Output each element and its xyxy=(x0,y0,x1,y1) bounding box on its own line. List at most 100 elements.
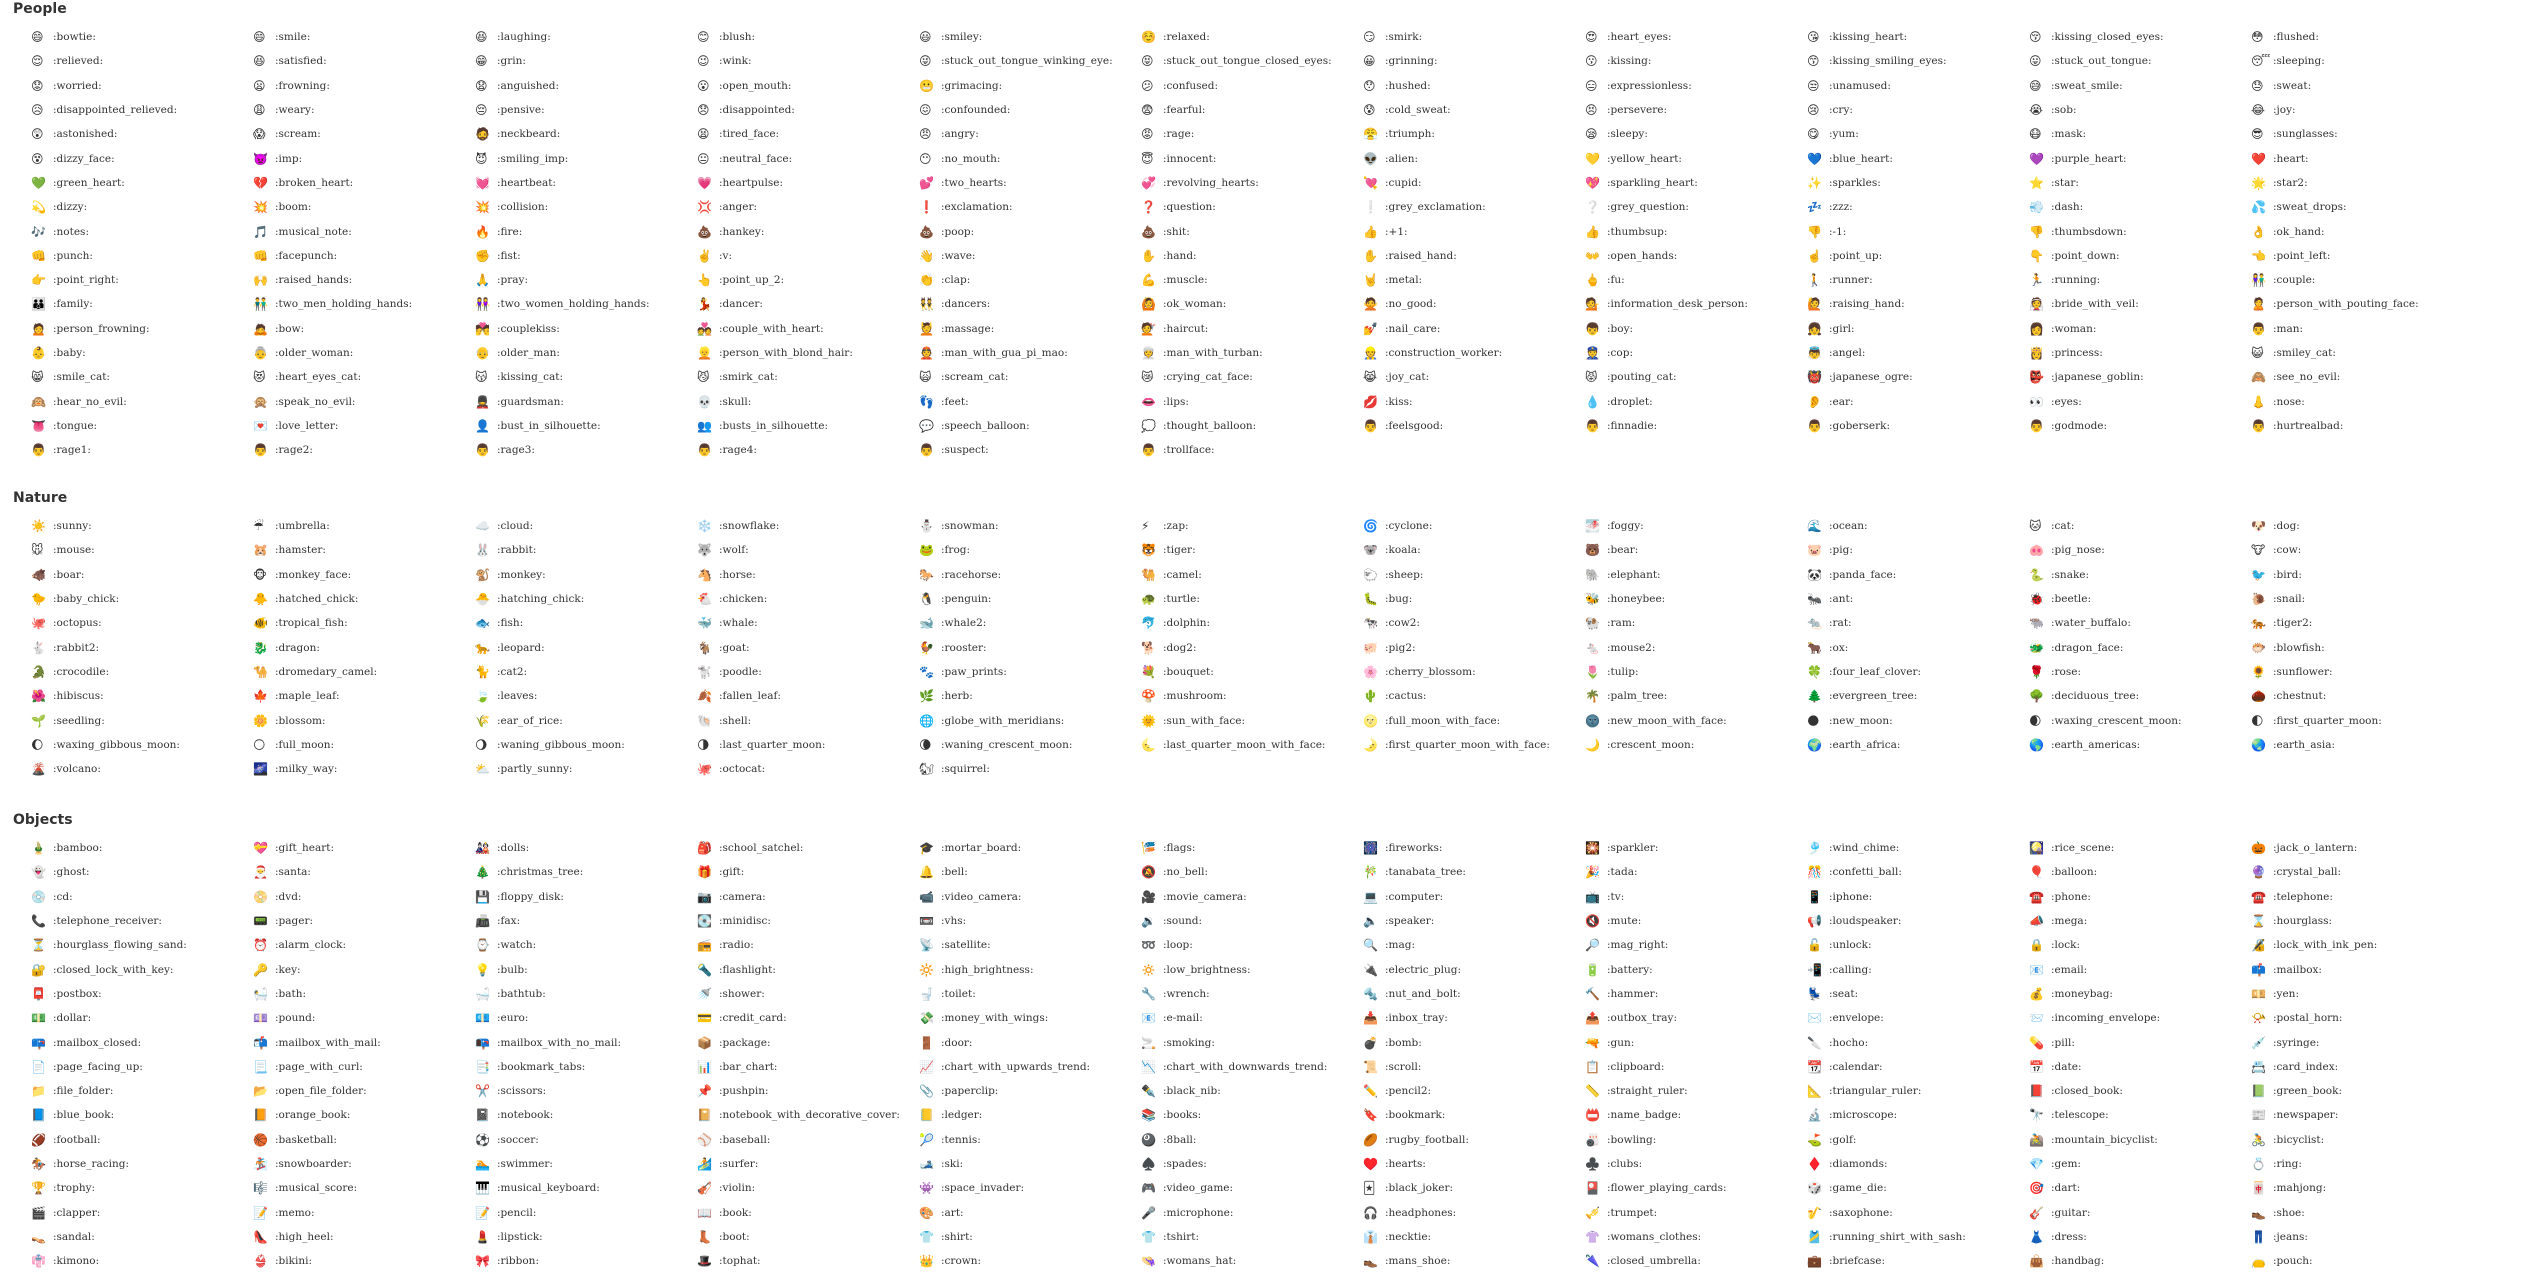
emoji-icon: 👎 xyxy=(1807,224,1822,239)
emoji-icon: 😎 xyxy=(2251,127,2264,142)
emoji-code: :triumph: xyxy=(1385,128,1435,141)
emoji-icon: 🔬 xyxy=(1807,1108,1822,1123)
emoji-item: 🎍:bamboo: xyxy=(31,836,253,860)
emoji-code: :droplet: xyxy=(1607,395,1653,408)
emoji-item: 🍄:mushroom: xyxy=(1141,684,1363,708)
emoji-item: 🎊:confetti_ball: xyxy=(1807,860,2029,884)
emoji-icon: 👉 xyxy=(31,273,46,288)
emoji-icon: 🌰 xyxy=(2251,689,2266,704)
emoji-item: 💤:zzz: xyxy=(1807,195,2029,219)
emoji-item: 🐭:mouse: xyxy=(31,538,253,562)
emoji-item: 🐍:snake: xyxy=(2029,563,2251,587)
emoji-item: 👨:godmode: xyxy=(2029,414,2251,438)
emoji-icon: 🎤 xyxy=(1141,1205,1156,1220)
emoji-item: 💏:couplekiss: xyxy=(475,317,697,341)
emoji-code: :panda_face: xyxy=(1829,568,1897,581)
emoji-icon: 🌓 xyxy=(2251,713,2264,728)
emoji-code: :jeans: xyxy=(2273,1230,2308,1243)
emoji-icon: 👨 xyxy=(1141,443,1156,458)
emoji-icon: 💌 xyxy=(253,418,268,433)
emoji-icon: 🏄 xyxy=(697,1157,712,1171)
emoji-code: :zap: xyxy=(1163,520,1189,533)
emoji-icon: 👨 xyxy=(2029,418,2044,433)
emoji-code: :satisfied: xyxy=(275,55,327,68)
emoji-code: :file_folder: xyxy=(53,1085,114,1098)
emoji-code: :koala: xyxy=(1385,544,1421,557)
emoji-icon: 👃 xyxy=(2251,394,2266,409)
emoji-item: 📙:orange_book: xyxy=(253,1103,475,1127)
emoji-item: 🚴:bicyclist: xyxy=(2251,1128,2473,1152)
emoji-icon: 😉 xyxy=(697,54,710,69)
emoji-code: :person_frowning: xyxy=(53,322,150,335)
emoji-code: :elephant: xyxy=(1607,568,1661,581)
emoji-item: 🌱:seedling: xyxy=(31,708,253,732)
emoji-item: 📌:pushpin: xyxy=(697,1079,919,1103)
emoji-icon: 🐜 xyxy=(1807,592,1822,607)
emoji-icon: 📐 xyxy=(1807,1084,1822,1099)
emoji-code: :mailbox_with_no_mail: xyxy=(497,1036,622,1049)
emoji-code: :mega: xyxy=(2051,915,2088,928)
emoji-icon: 🌵 xyxy=(1363,689,1378,704)
emoji-code: :mouse2: xyxy=(1607,641,1656,654)
emoji-item: 💃:dancer: xyxy=(697,292,919,316)
emoji-code: :radio: xyxy=(719,939,754,952)
emoji-icon: 😜 xyxy=(919,54,932,69)
emoji-item: 🐜:ant: xyxy=(1807,587,2029,611)
emoji-code: :inbox_tray: xyxy=(1385,1012,1448,1025)
emoji-item: 👮:cop: xyxy=(1585,341,1807,365)
emoji-icon: 💿 xyxy=(31,889,46,904)
emoji-code: :heartpulse: xyxy=(719,176,783,189)
emoji-item: 🌎:earth_americas: xyxy=(2029,733,2251,757)
emoji-code: :black_nib: xyxy=(1163,1085,1221,1098)
emoji-icon: 🎏 xyxy=(1141,841,1156,856)
emoji-icon: 👫 xyxy=(2251,273,2266,288)
emoji-code: :dart: xyxy=(2051,1182,2081,1195)
emoji-icon: 🐉 xyxy=(253,640,268,655)
emoji-code: :tired_face: xyxy=(719,128,780,141)
emoji-code: :christmas_tree: xyxy=(497,866,584,879)
emoji-icon: 📨 xyxy=(2029,1011,2044,1026)
emoji-item: 🙎:person_with_pouting_face: xyxy=(2251,292,2473,316)
emoji-icon: 📷 xyxy=(697,889,712,904)
emoji-item: 📭:mailbox_with_no_mail: xyxy=(475,1030,697,1054)
emoji-icon: 🐡 xyxy=(2251,640,2266,655)
emoji-item: 😠:angry: xyxy=(919,122,1141,146)
emoji-item: 🌍:earth_africa: xyxy=(1807,733,2029,757)
emoji-item: 😊:blush: xyxy=(697,25,919,49)
emoji-item: 📛:name_badge: xyxy=(1585,1103,1807,1127)
emoji-code: :mute: xyxy=(1607,915,1642,928)
emoji-code: :orange_book: xyxy=(275,1109,351,1122)
emoji-icon: 👨 xyxy=(2251,321,2266,336)
emoji-item: 🎽:running_shirt_with_sash: xyxy=(1807,1225,2029,1249)
emoji-icon: 😷 xyxy=(2029,127,2042,142)
emoji-grid: ☀️:sunny: ☔:umbrella: ☁️:cloud: ❄️:snowflak… xyxy=(31,514,2523,781)
emoji-code: :laughing: xyxy=(497,31,551,44)
emoji-item: 🏊:swimmer: xyxy=(475,1152,697,1176)
emoji-code: :flashlight: xyxy=(719,963,776,976)
emoji-code: :book: xyxy=(719,1206,752,1219)
emoji-code: :tv: xyxy=(1607,890,1625,903)
emoji-code: :nut_and_bolt: xyxy=(1385,987,1461,1000)
emoji-icon: 😍 xyxy=(1585,30,1598,45)
emoji-icon: 👔 xyxy=(1363,1229,1378,1244)
emoji-item: 🏇:horse_racing: xyxy=(31,1152,253,1176)
emoji-item: 🐛:bug: xyxy=(1363,587,1585,611)
emoji-icon: 🐘 xyxy=(1585,567,1600,582)
emoji-item: 🐰:rabbit: xyxy=(475,538,697,562)
emoji-code: :postal_horn: xyxy=(2273,1012,2343,1025)
emoji-item: 🐓:rooster: xyxy=(919,635,1141,659)
emoji-icon: 🎿 xyxy=(919,1157,934,1171)
emoji-icon: 🌖 xyxy=(475,737,488,752)
emoji-icon: 🐚 xyxy=(697,713,712,728)
emoji-icon: 🏆 xyxy=(31,1181,46,1196)
emoji-item: ☎️:phone: xyxy=(2029,885,2251,909)
emoji-icon: 🌊 xyxy=(1807,519,1822,534)
emoji-item: 🌛:first_quarter_moon_with_face: xyxy=(1363,733,1585,757)
emoji-item: 👨:goberserk: xyxy=(1807,414,2029,438)
emoji-item: 📁:file_folder: xyxy=(31,1079,253,1103)
emoji-item: 👒:womans_hat: xyxy=(1141,1249,1363,1273)
emoji-item: 🙍:person_frowning: xyxy=(31,317,253,341)
emoji-item: 💙:blue_heart: xyxy=(1807,146,2029,170)
emoji-icon: 📲 xyxy=(1807,962,1822,977)
emoji-code: :mouse: xyxy=(53,544,95,557)
